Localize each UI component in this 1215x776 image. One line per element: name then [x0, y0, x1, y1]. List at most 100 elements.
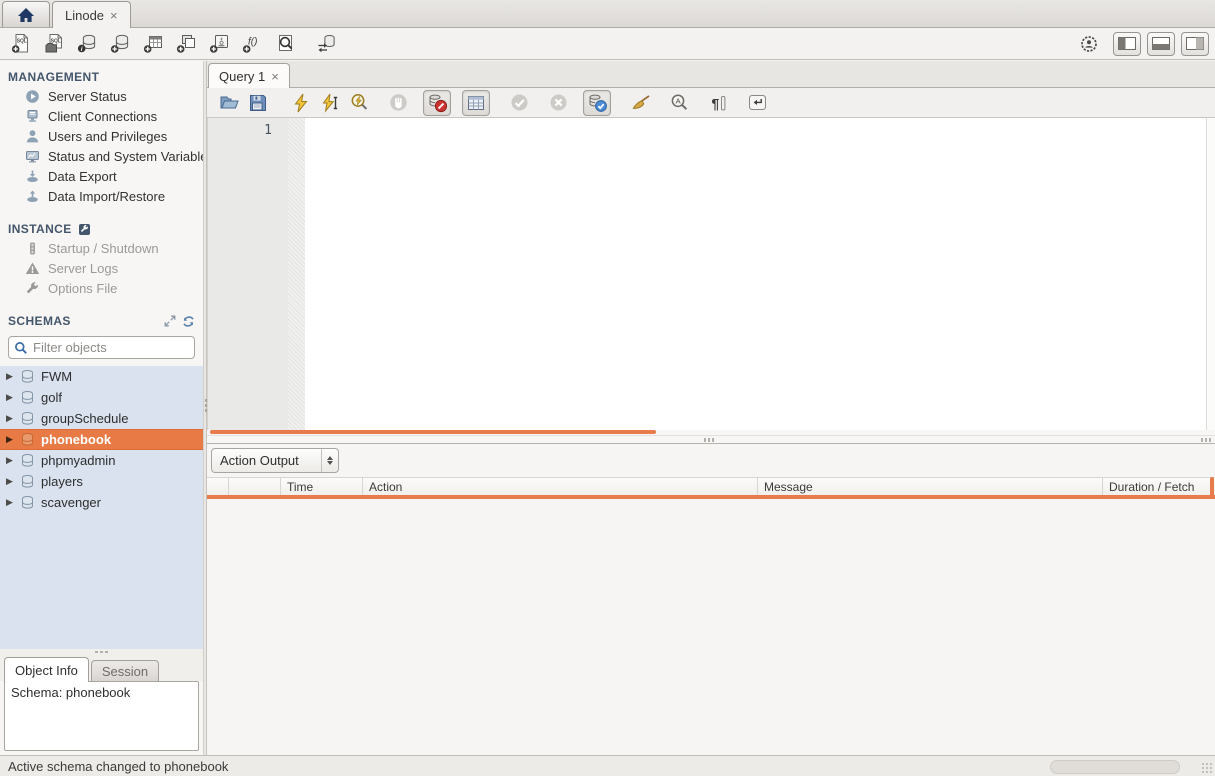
create-table-button[interactable]: [138, 30, 168, 58]
toggle-right-sidebar-button[interactable]: [1181, 32, 1209, 56]
sidebar-item-startup-shutdown[interactable]: Startup / Shutdown: [0, 238, 203, 258]
expander-icon[interactable]: ▶: [6, 497, 16, 508]
sidebar-item-options-file[interactable]: Options File: [0, 278, 203, 298]
execute-current-button[interactable]: [316, 90, 344, 116]
sidebar-item-server-status[interactable]: Server Status: [0, 86, 203, 106]
schema-icon: [20, 432, 35, 447]
beautify-button[interactable]: [626, 90, 654, 116]
output-scrollbar-vertical[interactable]: [1210, 477, 1214, 499]
execute-current-icon: [320, 93, 340, 113]
tab-query-1[interactable]: Query 1 ×: [208, 63, 290, 88]
schema-row-fwm[interactable]: ▶ FWM: [0, 366, 203, 387]
schema-icon: [20, 390, 35, 405]
close-icon[interactable]: ×: [271, 70, 279, 83]
toggle-autocommit-button[interactable]: [583, 90, 611, 116]
rollback-cross-icon: [548, 92, 569, 113]
column-duration[interactable]: Duration / Fetch: [1103, 478, 1215, 495]
output-scrollbar-horizontal[interactable]: [207, 495, 1215, 499]
expand-panel-icon[interactable]: [164, 315, 176, 327]
create-function-button[interactable]: f(): [237, 30, 267, 58]
schema-filter-input[interactable]: [33, 340, 203, 355]
resize-grip[interactable]: [1201, 762, 1213, 774]
create-view-button[interactable]: [171, 30, 201, 58]
explain-button[interactable]: [345, 90, 373, 116]
search-table-data-button[interactable]: [270, 30, 300, 58]
create-schema-icon: [110, 33, 131, 54]
schema-row-phpmyadmin[interactable]: ▶ phpmyadmin: [0, 450, 203, 471]
sidebar-item-client-connections[interactable]: Client Connections: [0, 106, 203, 126]
editor-vertical-scrollbar[interactable]: [1206, 118, 1215, 430]
toggle-stop-on-error-button[interactable]: [423, 90, 451, 116]
toggle-bottom-panel-button[interactable]: [1147, 32, 1175, 56]
find-button[interactable]: A: [665, 90, 693, 116]
output-splitter[interactable]: [207, 435, 1215, 444]
show-invisibles-button[interactable]: ¶: [704, 90, 732, 116]
schema-filter: [8, 336, 195, 359]
stop-hand-icon: [388, 92, 409, 113]
server-logs-icon: [24, 260, 40, 276]
schema-row-groupschedule[interactable]: ▶ groupSchedule: [0, 408, 203, 429]
save-script-button[interactable]: [244, 90, 272, 116]
column-action[interactable]: Action: [363, 478, 758, 495]
column-message[interactable]: Message: [758, 478, 1103, 495]
result-grid-icon: [466, 93, 486, 113]
sidebar-item-users-privileges[interactable]: Users and Privileges: [0, 126, 203, 146]
expander-icon[interactable]: ▶: [6, 434, 16, 445]
connection-tab-label: Linode: [65, 8, 104, 23]
users-icon: [24, 128, 40, 144]
expander-icon[interactable]: ▶: [6, 371, 16, 382]
execute-button[interactable]: [287, 90, 315, 116]
toggle-wrap-button[interactable]: [743, 90, 771, 116]
new-query-tab-button[interactable]: SQL: [6, 30, 36, 58]
reconnect-dbms-button[interactable]: [311, 30, 341, 58]
sidebar-item-label: Users and Privileges: [48, 129, 167, 144]
sidebar-item-label: Data Import/Restore: [48, 189, 165, 204]
expander-icon[interactable]: ▶: [6, 413, 16, 424]
schema-name: golf: [41, 390, 62, 405]
home-tab[interactable]: [2, 1, 50, 27]
column-time[interactable]: Time: [281, 478, 363, 495]
main-toolbar: SQL SQL i f(): [0, 28, 1215, 60]
new-sql-document-icon: SQL: [11, 33, 32, 54]
refresh-icon[interactable]: [182, 315, 195, 328]
connection-tab-linode[interactable]: Linode ×: [52, 1, 131, 28]
query-tabstrip: Query 1 ×: [207, 61, 1215, 88]
status-bar: Active schema changed to phonebook: [0, 755, 1215, 776]
schema-row-phonebook[interactable]: ▶ phonebook: [0, 429, 203, 450]
commit-button: [505, 90, 533, 116]
output-view-selector[interactable]: Action Output: [211, 448, 339, 473]
expander-icon[interactable]: ▶: [6, 476, 16, 487]
expander-icon[interactable]: ▶: [6, 392, 16, 403]
open-script-button[interactable]: [215, 90, 243, 116]
editor-text-area[interactable]: [305, 118, 1206, 430]
sidebar-item-status-system-variables[interactable]: Status and System Variables: [0, 146, 203, 166]
tab-session[interactable]: Session: [91, 660, 159, 681]
sidebar-item-data-export[interactable]: Data Export: [0, 166, 203, 186]
home-icon: [17, 7, 35, 23]
sidebar-item-data-import[interactable]: Data Import/Restore: [0, 186, 203, 206]
sidebar-item-server-logs[interactable]: Server Logs: [0, 258, 203, 278]
limit-rows-button[interactable]: [462, 90, 490, 116]
scrollbar-thumb[interactable]: [210, 430, 656, 434]
toggle-left-sidebar-button[interactable]: [1113, 32, 1141, 56]
search-table-data-icon: [275, 33, 296, 54]
sql-editor[interactable]: 1: [207, 118, 1215, 430]
schema-icon: [20, 453, 35, 468]
close-icon[interactable]: ×: [110, 9, 118, 22]
expander-icon[interactable]: ▶: [6, 455, 16, 466]
schema-row-players[interactable]: ▶ players: [0, 471, 203, 492]
tab-object-info[interactable]: Object Info: [4, 657, 89, 682]
settings-gear-icon[interactable]: [1074, 30, 1104, 58]
schema-row-scavenger[interactable]: ▶ scavenger: [0, 492, 203, 513]
schema-row-golf[interactable]: ▶ golf: [0, 387, 203, 408]
search-icon: [14, 341, 28, 355]
create-procedure-button[interactable]: [204, 30, 234, 58]
svg-text:SQL: SQL: [16, 39, 26, 45]
explain-icon: [349, 92, 370, 113]
create-schema-button[interactable]: [105, 30, 135, 58]
selector-spinner-icon[interactable]: [321, 449, 338, 472]
data-import-icon: [24, 188, 40, 204]
sidebar-item-label: Client Connections: [48, 109, 157, 124]
open-sql-file-button[interactable]: SQL: [39, 30, 69, 58]
schema-inspector-button[interactable]: i: [72, 30, 102, 58]
